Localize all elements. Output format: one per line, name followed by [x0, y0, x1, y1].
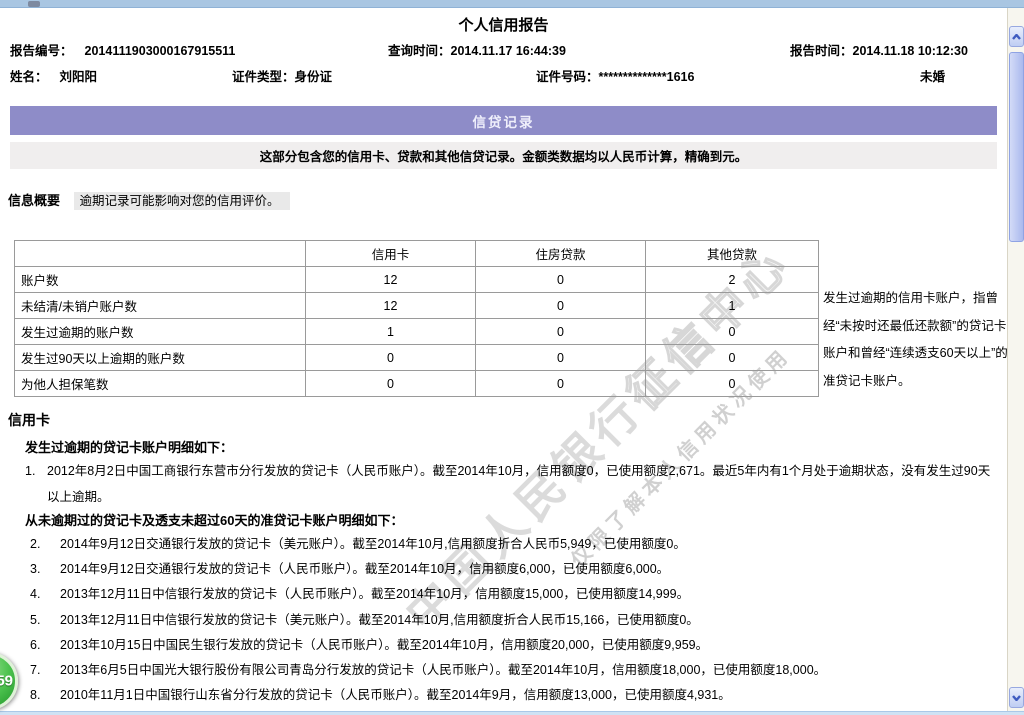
list-item: 3. 2014年9月12日交通银行发放的贷记卡（人民币账户）。截至2014年10… [30, 557, 1005, 582]
report-number: 报告编号： 2014111903000167915511 [10, 44, 236, 58]
overdue-accounts-heading: 发生过逾期的贷记卡账户明细如下： [25, 440, 234, 455]
cell-value: 12 [305, 266, 476, 293]
cell-value: 0 [475, 318, 646, 345]
marital-status: 未婚 [920, 70, 946, 84]
cell-value: 0 [475, 292, 646, 319]
header-other-loan: 其他贷款 [645, 240, 819, 267]
cell-value: 2 [645, 266, 819, 293]
normal-accounts-heading: 从未逾期过的贷记卡及透支未超过60天的准贷记卡账户明细如下： [25, 513, 404, 528]
cell-value: 0 [645, 344, 819, 371]
list-item: 4. 2013年12月11日中信银行发放的贷记卡（人民币账户）。截至2014年1… [30, 582, 1005, 607]
item-text: 2014年9月12日交通银行发放的贷记卡（美元账户）。截至2014年10月,信用… [60, 537, 686, 551]
window-icon [28, 1, 40, 7]
badge-value: 59 [0, 672, 13, 690]
scroll-down-button[interactable] [1009, 687, 1024, 708]
row-label: 发生过90天以上逾期的账户数 [14, 344, 306, 371]
item-text: 2013年10月15日中国民生银行发放的贷记卡（人民币账户）。截至2014年10… [60, 637, 709, 652]
list-item: 2. 2014年9月12日交通银行发放的贷记卡（美元账户）。截至2014年10月… [30, 532, 1005, 557]
item-number: 1. [25, 464, 36, 478]
item-text: 2010年11月1日中国银行山东省分行发放的贷记卡（人民币账户）。截至2014年… [60, 688, 731, 703]
list-item: 1. 2012年8月2日中国工商银行东营市分行发放的贷记卡（人民币账户）。截至2… [25, 458, 1000, 510]
person-name: 姓名： 刘阳阳 [10, 70, 98, 84]
cell-value: 0 [645, 318, 819, 345]
chevron-down-icon [1012, 694, 1021, 701]
header-credit-card: 信用卡 [305, 240, 476, 267]
item-text: 2013年12月11日中信银行发放的贷记卡（人民币账户）。截至2014年10月，… [60, 587, 690, 602]
report-time: 报告时间：2014.11.18 10:12:30 [790, 44, 968, 58]
list-item: 5. 2013年12月11日中信银行发放的贷记卡（美元账户）。截至2014年10… [30, 608, 1005, 633]
cell-value: 1 [645, 292, 819, 319]
scrollbar-thumb[interactable] [1009, 52, 1024, 242]
summary-table-wrap: 信用卡 住房贷款 其他贷款 账户数 12 0 2 未结清/未销户账户数 12 0… [14, 240, 819, 397]
info-summary-note: 逾期记录可能影响对您的信用评价。 [73, 192, 290, 210]
credit-report-page: 中国人民银行征信中心 仅限了解本人信用状况使用 个人信用报告 报告编号： 2014… [0, 0, 1024, 715]
cell-value: 1 [305, 318, 476, 345]
list-item: 6. 2013年10月15日中国民生银行发放的贷记卡（人民币账户）。截至2014… [30, 633, 1005, 658]
id-type: 证件类型：身份证 [232, 70, 333, 84]
item-number: 2. [30, 537, 41, 551]
window-top-strip [0, 0, 1024, 8]
scroll-up-button[interactable] [1009, 26, 1024, 47]
row-label: 未结清/未销户账户数 [14, 292, 306, 319]
vertical-scrollbar[interactable] [1007, 8, 1024, 711]
chevron-up-icon [1012, 33, 1021, 40]
window-bottom-strip [0, 711, 1024, 715]
row-label: 为他人担保笔数 [14, 370, 306, 397]
item-text: 2012年8月2日中国工商银行东营市分行发放的贷记卡（人民币账户）。截至2014… [47, 464, 991, 504]
cell-value: 0 [475, 266, 646, 293]
row-label: 账户数 [14, 266, 306, 293]
cell-value: 0 [645, 370, 819, 397]
page-title: 个人信用报告 [458, 17, 549, 34]
table-header-row: 信用卡 住房贷款 其他贷款 [14, 240, 819, 267]
header-housing-loan: 住房贷款 [475, 240, 646, 267]
report-content: 个人信用报告 报告编号： 2014111903000167915511 查询时间：… [0, 8, 1008, 715]
credit-card-heading: 信用卡 [8, 412, 50, 428]
item-text: 2013年12月11日中信银行发放的贷记卡（美元账户）。截至2014年10月,信… [60, 612, 699, 627]
table-row: 发生过90天以上逾期的账户数 0 0 0 [14, 344, 819, 371]
info-summary-row: 信息概要 逾期记录可能影响对您的信用评价。 [8, 190, 290, 210]
item-number: 7. [30, 663, 41, 678]
summary-table: 信用卡 住房贷款 其他贷款 账户数 12 0 2 未结清/未销户账户数 12 0… [14, 240, 819, 397]
item-number: 8. [30, 688, 41, 703]
item-number: 4. [30, 587, 41, 602]
section-description: 这部分包含您的信用卡、贷款和其他信贷记录。金额类数据均以人民币计算，精确到元。 [10, 142, 997, 169]
cell-value: 12 [305, 292, 476, 319]
item-text: 2014年9月12日交通银行发放的贷记卡（人民币账户）。截至2014年10月，信… [60, 562, 670, 577]
header-blank [14, 240, 306, 267]
id-number: 证件号码：**************1616 [536, 70, 695, 84]
item-number: 5. [30, 612, 41, 627]
table-row: 发生过逾期的账户数 1 0 0 [14, 318, 819, 345]
item-text: 2013年6月5日中国光大银行股份有限公司青岛分行发放的贷记卡（人民币账户）。截… [60, 663, 827, 678]
cell-value: 0 [305, 370, 476, 397]
table-row: 未结清/未销户账户数 12 0 1 [14, 292, 819, 319]
table-row: 为他人担保笔数 0 0 0 [14, 370, 819, 397]
row-label: 发生过逾期的账户数 [14, 318, 306, 345]
query-time: 查询时间：2014.11.17 16:44:39 [388, 44, 566, 58]
item-number: 6. [30, 637, 41, 652]
list-item: 7. 2013年6月5日中国光大银行股份有限公司青岛分行发放的贷记卡（人民币账户… [30, 658, 1005, 683]
table-row: 账户数 12 0 2 [14, 266, 819, 293]
normal-account-list: 2. 2014年9月12日交通银行发放的贷记卡（美元账户）。截至2014年10月… [30, 532, 1005, 715]
cell-value: 0 [475, 370, 646, 397]
overdue-definition-note: 发生过逾期的信用卡账户，指曾经“未按时还最低还款额”的贷记卡账户和曾经“连续透支… [823, 291, 1008, 388]
report-meta-row: 报告编号： 2014111903000167915511 查询时间：2014.11… [0, 40, 1007, 58]
info-summary-label: 信息概要 [8, 193, 61, 208]
section-banner-credit-records: 信贷记录 [10, 106, 997, 135]
overdue-account-list: 1. 2012年8月2日中国工商银行东营市分行发放的贷记卡（人民币账户）。截至2… [25, 458, 1000, 510]
list-item: 8. 2010年11月1日中国银行山东省分行发放的贷记卡（人民币账户）。截至20… [30, 683, 1005, 708]
item-number: 3. [30, 562, 41, 577]
cell-value: 0 [305, 344, 476, 371]
person-meta-row: 姓名： 刘阳阳 证件类型：身份证 证件号码：**************1616 … [0, 66, 1007, 84]
cell-value: 0 [475, 344, 646, 371]
